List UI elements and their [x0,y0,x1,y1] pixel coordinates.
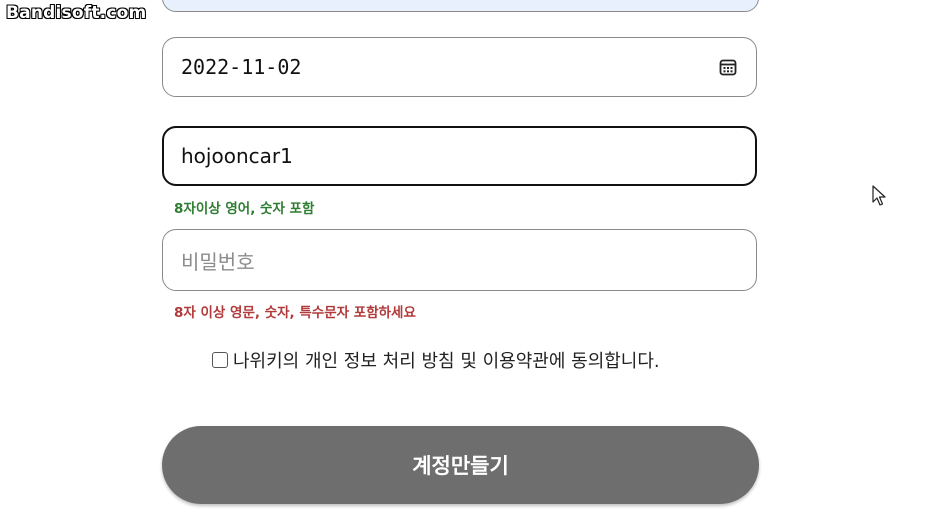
agree-row[interactable]: 나위키의 개인 정보 처리 방침 및 이용약관에 동의합니다. [212,347,660,373]
password-input[interactable]: 비밀번호 [162,229,757,291]
userid-input[interactable]: hojooncar1 [162,126,757,186]
autofilled-field[interactable] [162,0,759,12]
userid-hint: 8자이상 영어, 숫자 포함 [174,201,315,217]
signup-page: Bandisoft.com 2022-11-02 hojooncar1 8자이상… [0,0,941,522]
mouse-cursor-icon [872,185,888,211]
agree-checkbox[interactable] [212,352,228,368]
userid-value: hojooncar1 [181,144,293,168]
agree-label[interactable]: 나위키의 개인 정보 처리 방침 및 이용약관에 동의합니다. [233,347,660,373]
create-account-button[interactable]: 계정만들기 [162,426,759,504]
birthdate-input[interactable]: 2022-11-02 [162,37,757,97]
birthdate-value: 2022-11-02 [181,55,302,79]
password-hint: 8자 이상 영문, 숫자, 특수문자 포함하세요 [174,305,416,321]
watermark: Bandisoft.com [6,3,147,23]
password-placeholder: 비밀번호 [181,249,255,274]
calendar-icon[interactable] [718,57,738,77]
